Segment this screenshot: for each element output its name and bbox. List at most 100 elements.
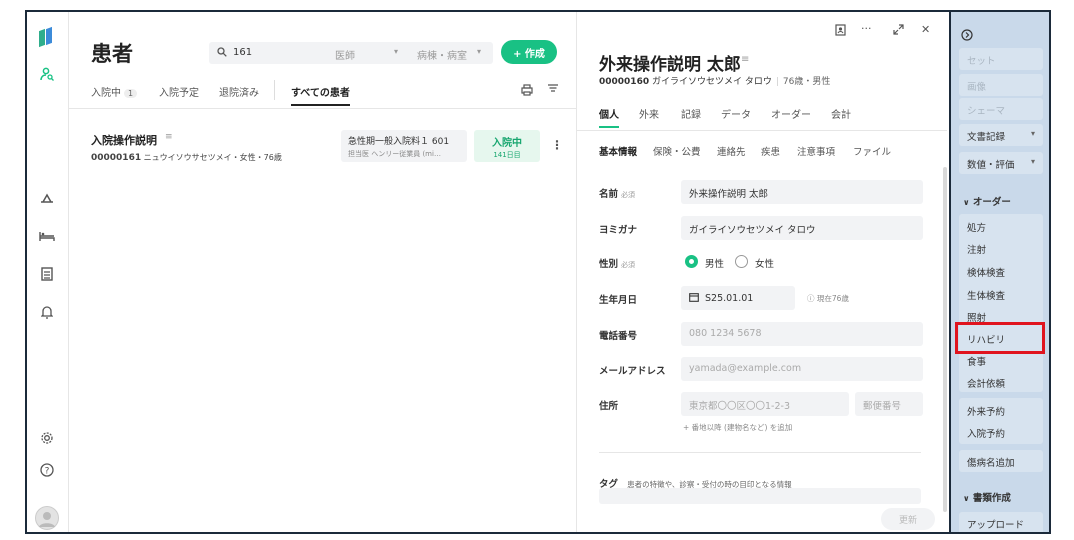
order-injection[interactable]: 注射	[967, 242, 986, 256]
schema-button[interactable]: シェーマ	[959, 98, 1043, 120]
section-label: オーダー	[972, 197, 1011, 208]
patient-id: 00000161	[91, 153, 142, 163]
field-sex: 性別 必須 男性 女性	[599, 250, 927, 274]
tab-personal[interactable]: 個人	[599, 106, 619, 128]
male-radio[interactable]	[685, 255, 698, 268]
email-input[interactable]: yamada@example.com	[681, 357, 923, 381]
chevron-down-icon: ∨	[963, 198, 970, 207]
image-button[interactable]: 画像	[959, 74, 1043, 96]
tab-billing[interactable]: 会計	[831, 106, 851, 128]
ward-label: 急性期一般入院料１ 601	[348, 137, 450, 147]
outpatient-reservation[interactable]: 外来予約	[967, 404, 1005, 418]
search-input[interactable]: 161	[233, 47, 252, 58]
subtab-notes[interactable]: 注意事項	[797, 144, 835, 158]
close-icon[interactable]: ✕	[921, 23, 930, 36]
patient-icon[interactable]	[37, 64, 57, 84]
field-label: 住所	[599, 401, 619, 412]
logo-icon[interactable]	[39, 26, 53, 48]
detail-age-sex: 76歳・男性	[782, 77, 831, 87]
required-mark: 必須	[621, 261, 636, 269]
chevron-down-icon: ▾	[1030, 129, 1035, 138]
doc-record-button[interactable]: 文書記録 ▾	[959, 124, 1043, 146]
inpatient-reservation[interactable]: 入院予約	[967, 426, 1005, 440]
order-physio-test[interactable]: 生体検査	[967, 288, 1005, 302]
contact-card-icon[interactable]	[835, 24, 846, 39]
bed-icon[interactable]	[37, 226, 57, 246]
male-label: 男性	[705, 259, 725, 270]
order-prescription[interactable]: 処方	[967, 220, 986, 234]
field-label: 名前 必須	[599, 186, 635, 200]
birthdate-input[interactable]: S25.01.01	[681, 286, 795, 310]
more-vertical-icon[interactable]: ⋮	[551, 138, 563, 152]
order-billing-request[interactable]: 会計依頼	[967, 376, 1005, 390]
zip-input[interactable]: 郵便番号	[855, 392, 923, 416]
order-section-header[interactable]: ∨ オーダー	[963, 194, 1011, 208]
tab-orders[interactable]: オーダー	[771, 106, 811, 128]
expand-icon[interactable]	[893, 24, 904, 38]
tab-records[interactable]: 記録	[681, 106, 701, 128]
scrollbar[interactable]	[943, 167, 947, 512]
patient-meta: 00000161 ニュウイソウサセツメイ・女性・76歳	[91, 152, 282, 163]
tab-scheduled[interactable]: 入院予定	[159, 84, 199, 106]
tab-label: 入院中	[91, 88, 121, 99]
tab-all-patients[interactable]: すべての患者	[291, 84, 350, 106]
document-icon[interactable]	[37, 264, 57, 284]
doc-section-header[interactable]: ∨ 書類作成	[963, 490, 1011, 504]
tab-outpatient[interactable]: 外来	[639, 106, 659, 128]
label-text: 性別	[599, 259, 619, 270]
value-eval-button[interactable]: 数値・評価 ▾	[959, 152, 1043, 174]
subtab-insurance[interactable]: 保険・公費	[653, 144, 701, 158]
divider	[274, 80, 275, 100]
add-disease-button[interactable]: 傷病名追加	[959, 450, 1043, 472]
doctor-label: 担当医 ヘンリー従業員 (mi…	[348, 150, 441, 158]
add-address-link[interactable]: + 番地以降 (建物名など) を追加	[683, 422, 792, 433]
divider	[577, 130, 947, 131]
more-horizontal-icon[interactable]: ···	[861, 22, 872, 35]
subtab-basic[interactable]: 基本情報	[599, 144, 637, 158]
phone-input[interactable]: 080 1234 5678	[681, 322, 923, 346]
doctor-select[interactable]: 医師	[335, 47, 355, 62]
subtab-contact[interactable]: 連絡先	[717, 144, 746, 158]
name-input[interactable]: 外来操作説明 太郎	[681, 180, 923, 204]
button-label: 文書記録	[967, 132, 1006, 143]
upload-button[interactable]: アップロード	[959, 512, 1043, 532]
address-input[interactable]: 東京都〇〇区〇〇1-2-3	[681, 392, 849, 416]
female-label: 女性	[755, 259, 775, 270]
section-label: 書類作成	[972, 493, 1011, 504]
avatar[interactable]	[35, 506, 59, 530]
patient-row[interactable]: 入院操作説明 ≡ 00000161 ニュウイソウサセツメイ・女性・76歳 急性期…	[91, 130, 563, 170]
bell-icon[interactable]	[37, 302, 57, 322]
field-label: 電話番号	[599, 331, 638, 342]
separator: |	[775, 77, 779, 87]
order-specimen-test[interactable]: 検体検査	[967, 265, 1005, 279]
ward-icon[interactable]	[37, 188, 57, 208]
age-note-text: 現在76歳	[816, 294, 849, 303]
tag-input[interactable]	[599, 488, 921, 504]
field-kana: ヨミガナ ガイライソウセツメイ タロウ	[599, 216, 927, 240]
help-icon[interactable]: ?	[37, 460, 57, 480]
tab-admitted[interactable]: 入院中 1	[91, 84, 138, 106]
ward-select[interactable]: 病棟・病室	[417, 47, 467, 62]
gear-icon[interactable]	[37, 428, 57, 448]
create-button[interactable]: + 作成	[501, 40, 557, 64]
memo-icon[interactable]: ≡	[741, 54, 749, 65]
search-icon	[217, 47, 227, 60]
subtab-files[interactable]: ファイル	[853, 144, 891, 158]
tab-data[interactable]: データ	[721, 106, 751, 128]
collapse-icon[interactable]	[961, 26, 973, 45]
days-label: 141日目	[493, 151, 521, 159]
tab-discharged[interactable]: 退院済み	[219, 84, 259, 106]
chevron-down-icon: ▾	[1030, 157, 1035, 166]
kana-input[interactable]: ガイライソウセツメイ タロウ	[681, 216, 923, 240]
sort-icon[interactable]	[547, 82, 559, 97]
update-button[interactable]: 更新	[881, 508, 935, 530]
subtab-disease[interactable]: 疾患	[761, 144, 780, 158]
set-button[interactable]: セット	[959, 48, 1043, 70]
print-icon[interactable]	[521, 84, 533, 99]
female-radio[interactable]	[735, 255, 748, 268]
order-meal[interactable]: 食事	[967, 354, 986, 368]
patient-list-panel: 患者 161 医師 ▾ 病棟・病室 ▾ + 作成 入院中 1 入院予定 退院済み …	[69, 12, 577, 532]
status-badge: 入院中 141日目	[474, 130, 540, 162]
search-bar[interactable]: 161 医師 ▾ 病棟・病室 ▾	[209, 42, 493, 64]
field-name: 名前 必須 外来操作説明 太郎	[599, 180, 927, 204]
